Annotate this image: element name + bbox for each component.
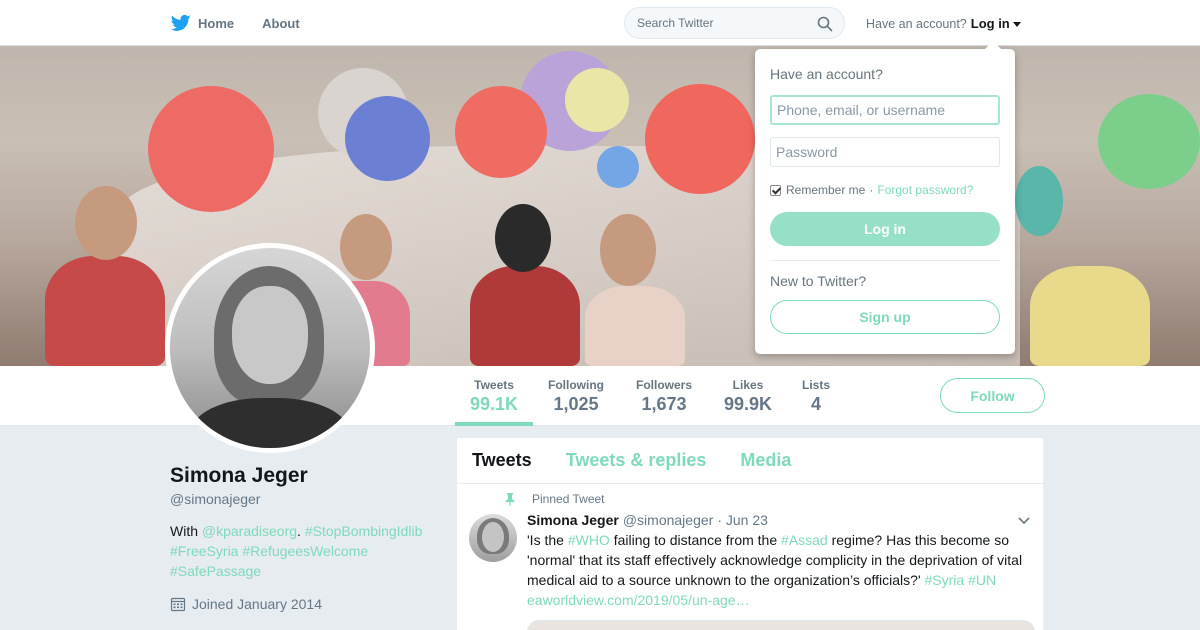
timeline: Tweets Tweets & replies Media Pinned Twe… [456,437,1044,630]
balloon-shape [645,84,755,194]
stat-tweets-label: Tweets [474,378,514,392]
search-input[interactable] [625,16,805,30]
child-figure [600,214,656,286]
remember-checkbox[interactable] [770,184,781,196]
stat-following-value: 1,025 [553,394,599,414]
remember-label[interactable]: Remember me [786,183,865,197]
tweet-author-avatar[interactable] [469,514,517,562]
tweet-url-link[interactable]: eaworldview.com/2019/05/un-age… [527,592,750,608]
dropdown-title: Have an account? [770,66,883,82]
tweet-header: Simona Jeger @simonajeger · Jun 23 [527,512,768,528]
tweet-card-preview[interactable] [527,620,1035,630]
nav-about-link[interactable]: About [262,16,300,31]
forgot-password-link[interactable]: Forgot password? [877,183,973,197]
search-box [624,7,845,39]
tweet-hashtag-link[interactable]: #Syria [925,572,965,588]
tweet-text-part: 'Is the [527,532,568,548]
stat-followers[interactable]: Followers 1,673 [636,378,692,415]
balloon-shape [565,68,629,132]
tweet-hashtag-link[interactable]: #Assad [781,532,828,548]
tweet-text: 'Is the #WHO failing to distance from th… [527,530,1027,610]
signup-button[interactable]: Sign up [770,300,1000,334]
stat-likes-value: 99.9K [724,394,773,414]
tweet-hashtag-link[interactable]: #UN [968,572,996,588]
stat-followers-value: 1,673 [641,394,687,414]
child-figure [340,214,392,280]
balloon-shape [455,86,547,178]
child-figure [585,286,685,366]
stat-lists-value: 4 [811,394,822,414]
nav-links: Home About [170,0,328,46]
tweet-hashtag-link[interactable]: #WHO [568,532,610,548]
new-to-twitter-text: New to Twitter? [770,273,867,289]
login-dropdown: Have an account? Remember me · Forgot pa… [755,41,1015,354]
stat-lists[interactable]: Lists 4 [802,378,830,415]
login-menu-toggle[interactable]: Log in [971,16,1010,31]
nav-home-link[interactable]: Home [198,16,234,31]
tweet-author-handle[interactable]: @simonajeger [623,512,713,528]
login-button[interactable]: Log in [770,212,1000,246]
timeline-tabs: Tweets Tweets & replies Media [457,438,1043,484]
joined-text: Joined January 2014 [192,596,322,612]
tweet-date[interactable]: · Jun 23 [717,512,768,528]
tweet-avatar-face-shape [482,522,504,552]
follow-button[interactable]: Follow [940,378,1045,413]
remember-row: Remember me · Forgot password? [770,183,973,197]
username-field[interactable] [770,95,1000,125]
avatar-body-shape [190,398,350,448]
caret-down-icon[interactable] [1012,21,1021,27]
profile-name[interactable]: Simona Jeger [170,464,308,488]
have-account-text: Have an account? [866,16,967,31]
balloon-shape [597,146,639,188]
child-figure [495,204,551,272]
profile-bio: With @kparadiseorg. #StopBombingIdlib #F… [170,521,440,581]
stat-lists-label: Lists [802,378,831,392]
twitter-bird-icon[interactable] [170,13,192,33]
child-figure [75,186,137,260]
stat-tweets-value: 99.1K [470,394,519,414]
balloon-shape [345,96,430,181]
bio-mention-link[interactable]: @kparadiseorg [202,523,297,539]
pinned-label: Pinned Tweet [532,492,605,506]
calendar-icon [170,597,186,612]
stat-tweets[interactable]: Tweets 99.1K [470,378,518,415]
tab-media[interactable]: Media [740,450,791,471]
child-figure [1030,266,1150,366]
child-figure [470,266,580,366]
balloon-shape [1098,94,1200,189]
password-field[interactable] [770,137,1000,167]
chevron-down-icon[interactable] [1017,516,1031,526]
bio-hashtag-link[interactable]: #StopBombingIdlib [305,523,423,539]
stat-following[interactable]: Following 1,025 [548,378,604,415]
top-navigation: Home About Have an account? Log in [0,0,1200,46]
joined-date: Joined January 2014 [170,596,322,612]
bio-hashtag-link[interactable]: #FreeSyria [170,543,238,559]
profile-avatar[interactable] [165,243,375,453]
pinned-tweet-indicator: Pinned Tweet [505,492,605,506]
profile-handle[interactable]: @simonajeger [170,491,260,507]
stat-likes-label: Likes [732,378,764,392]
bio-hashtag-link[interactable]: #SafePassage [170,563,261,579]
stat-followers-label: Followers [636,378,693,392]
separator-dot: · [869,183,874,197]
balloon-shape [148,86,274,212]
tab-tweets[interactable]: Tweets [472,450,532,471]
avatar-face-shape [232,286,308,384]
child-figure [1015,166,1063,236]
search-icon[interactable] [817,16,833,32]
dropdown-divider [770,260,1000,261]
bio-text: . [297,523,305,539]
child-figure [45,256,165,366]
tab-tweets-replies[interactable]: Tweets & replies [566,450,707,471]
pin-icon [505,493,515,506]
account-menu: Have an account? Log in [866,16,1021,31]
avatar-photo [170,248,370,448]
stat-likes[interactable]: Likes 99.9K [724,378,772,415]
stat-following-label: Following [548,378,604,392]
bio-text: With [170,523,202,539]
active-tab-underline [455,422,533,426]
bio-hashtag-link[interactable]: #RefugeesWelcome [242,543,368,559]
tweet-author-name[interactable]: Simona Jeger [527,512,619,528]
tweet-text-part: failing to distance from the [609,532,782,548]
